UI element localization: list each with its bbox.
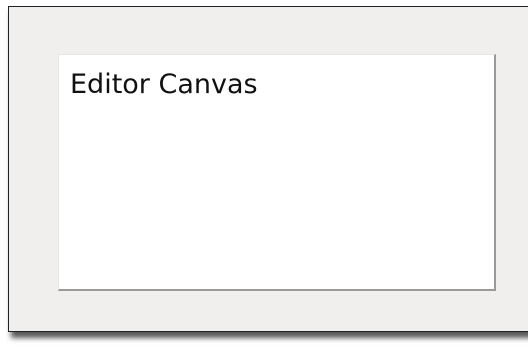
- editor-window: Editor Canvas: [8, 6, 528, 332]
- screen: Editor Canvas: [0, 0, 528, 352]
- editor-canvas-text: Editor Canvas: [70, 69, 258, 100]
- editor-canvas[interactable]: Editor Canvas: [58, 54, 496, 291]
